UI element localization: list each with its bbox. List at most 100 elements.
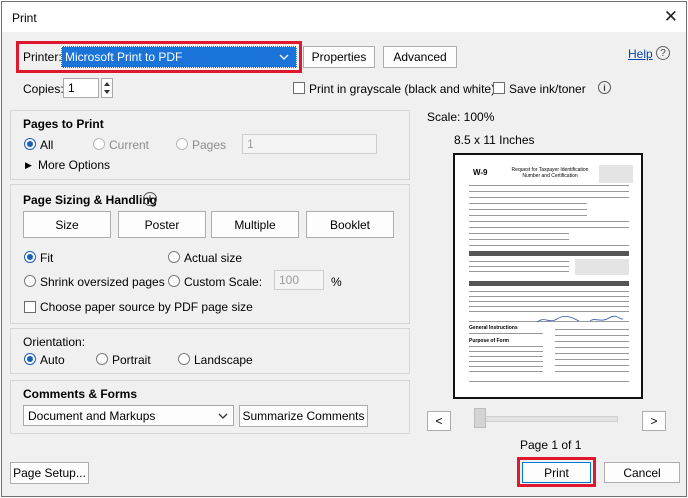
comments-forms-panel: Comments & Forms Document and Markups Su… bbox=[10, 380, 410, 434]
auto-orientation-radio[interactable] bbox=[24, 353, 36, 365]
help-link[interactable]: Help bbox=[628, 47, 653, 61]
comments-select[interactable]: Document and Markups bbox=[23, 405, 234, 426]
grayscale-checkbox[interactable] bbox=[293, 82, 305, 94]
doc-rule bbox=[555, 335, 629, 336]
paper-source-checkbox[interactable] bbox=[24, 301, 36, 313]
doc-rule bbox=[469, 361, 543, 362]
printer-select[interactable]: Microsoft Print to PDF bbox=[61, 46, 297, 68]
printer-label: Printer: bbox=[23, 50, 62, 64]
advanced-button[interactable]: Advanced bbox=[383, 46, 457, 68]
doc-rule bbox=[469, 227, 629, 228]
pages-range-label: Pages bbox=[192, 138, 227, 152]
doc-rule bbox=[469, 271, 569, 272]
actual-size-radio[interactable] bbox=[168, 251, 180, 263]
properties-button[interactable]: Properties bbox=[303, 46, 375, 68]
pages-range-input[interactable]: 1 bbox=[242, 134, 377, 154]
doc-rule bbox=[469, 371, 543, 372]
doc-general-instructions: General Instructions bbox=[469, 325, 518, 331]
comments-forms-title: Comments & Forms bbox=[23, 387, 138, 401]
size-tab[interactable]: Size bbox=[23, 211, 111, 238]
cancel-button[interactable]: Cancel bbox=[604, 462, 680, 483]
doc-form-number: W-9 bbox=[473, 168, 488, 177]
window-title: Print bbox=[12, 11, 37, 25]
portrait-label: Portrait bbox=[112, 353, 151, 367]
summarize-comments-button[interactable]: Summarize Comments bbox=[239, 405, 368, 427]
doc-rule bbox=[555, 359, 629, 360]
doc-rule bbox=[469, 197, 629, 198]
copies-label: Copies: bbox=[23, 82, 64, 96]
doc-tin-box bbox=[575, 259, 629, 275]
fit-radio[interactable] bbox=[24, 251, 36, 263]
page-slider-track[interactable] bbox=[474, 416, 618, 422]
copies-input[interactable]: 1 bbox=[63, 78, 99, 98]
poster-tab[interactable]: Poster bbox=[118, 211, 206, 238]
page-setup-button[interactable]: Page Setup... bbox=[10, 462, 89, 484]
pages-range-value: 1 bbox=[247, 137, 254, 151]
save-ink-label: Save ink/toner bbox=[509, 82, 586, 96]
current-page-radio[interactable] bbox=[93, 138, 105, 150]
expand-triangle-icon[interactable]: ▶ bbox=[25, 160, 32, 171]
booklet-tab[interactable]: Booklet bbox=[306, 211, 394, 238]
page-slider-thumb[interactable] bbox=[474, 408, 486, 428]
close-icon[interactable]: ✕ bbox=[664, 7, 678, 27]
orientation-panel: Orientation: Auto Portrait Landscape bbox=[10, 328, 410, 374]
previous-page-button[interactable]: < bbox=[427, 411, 451, 431]
doc-rule bbox=[469, 346, 543, 347]
copies-stepper[interactable] bbox=[101, 78, 113, 98]
pages-range-radio[interactable] bbox=[176, 138, 188, 150]
doc-title: Request for Taxpayer Identification Numb… bbox=[511, 167, 589, 179]
doc-part-bar bbox=[469, 281, 629, 286]
doc-rule bbox=[469, 221, 629, 222]
current-page-label: Current bbox=[109, 138, 150, 152]
paper-source-label: Choose paper source by PDF page size bbox=[40, 300, 253, 314]
doc-rule bbox=[469, 215, 587, 216]
doc-rule bbox=[469, 185, 629, 186]
doc-rule bbox=[469, 351, 543, 352]
print-button[interactable]: Print bbox=[522, 462, 591, 483]
doc-rule bbox=[555, 329, 629, 330]
doc-rule bbox=[469, 261, 569, 262]
paper-size-label: 8.5 x 11 Inches bbox=[454, 133, 535, 147]
comments-select-value: Document and Markups bbox=[28, 408, 156, 423]
doc-rule bbox=[555, 341, 629, 342]
custom-scale-value: 100 bbox=[279, 273, 300, 287]
chevron-down-icon[interactable] bbox=[218, 413, 228, 419]
doc-corner-box bbox=[599, 165, 633, 183]
page-sizing-panel: Page Sizing & Handling i Size Poster Mul… bbox=[10, 184, 410, 324]
multiple-tab[interactable]: Multiple bbox=[211, 211, 299, 238]
orientation-title: Orientation: bbox=[23, 335, 86, 349]
doc-rule bbox=[555, 365, 629, 366]
scale-label: Scale: 100% bbox=[427, 110, 495, 124]
doc-rule bbox=[469, 203, 587, 204]
sizing-info-icon[interactable]: i bbox=[143, 192, 157, 206]
print-dialog: Print ✕ Printer: Microsoft Print to PDF … bbox=[1, 1, 687, 497]
page-indicator: Page 1 of 1 bbox=[520, 438, 582, 452]
doc-rule bbox=[555, 371, 629, 372]
doc-rule bbox=[469, 266, 569, 267]
doc-rule bbox=[469, 291, 629, 292]
doc-rule bbox=[469, 333, 543, 334]
doc-rule bbox=[555, 347, 629, 348]
chevron-down-icon[interactable] bbox=[275, 49, 293, 65]
landscape-radio[interactable] bbox=[178, 353, 190, 365]
page-preview: W-9 Request for Taxpayer Identification … bbox=[453, 153, 643, 399]
auto-orientation-label: Auto bbox=[40, 353, 65, 367]
next-page-button[interactable]: > bbox=[642, 411, 666, 431]
shrink-oversized-radio[interactable] bbox=[24, 275, 36, 287]
doc-rule bbox=[469, 239, 569, 240]
printer-select-value: Microsoft Print to PDF bbox=[65, 50, 183, 64]
save-ink-checkbox[interactable] bbox=[493, 82, 505, 94]
custom-scale-input[interactable]: 100 bbox=[274, 270, 324, 290]
all-pages-radio[interactable] bbox=[24, 138, 36, 150]
doc-rule bbox=[469, 296, 629, 297]
doc-rule bbox=[469, 245, 629, 246]
portrait-radio[interactable] bbox=[96, 353, 108, 365]
help-icon[interactable]: ? bbox=[656, 46, 670, 60]
custom-scale-radio[interactable] bbox=[168, 275, 180, 287]
doc-signature bbox=[536, 315, 624, 323]
doc-rule bbox=[469, 301, 629, 302]
fit-label: Fit bbox=[40, 251, 54, 265]
more-options-label[interactable]: More Options bbox=[38, 158, 110, 172]
all-pages-label: All bbox=[40, 138, 54, 152]
info-icon[interactable]: i bbox=[598, 81, 611, 94]
